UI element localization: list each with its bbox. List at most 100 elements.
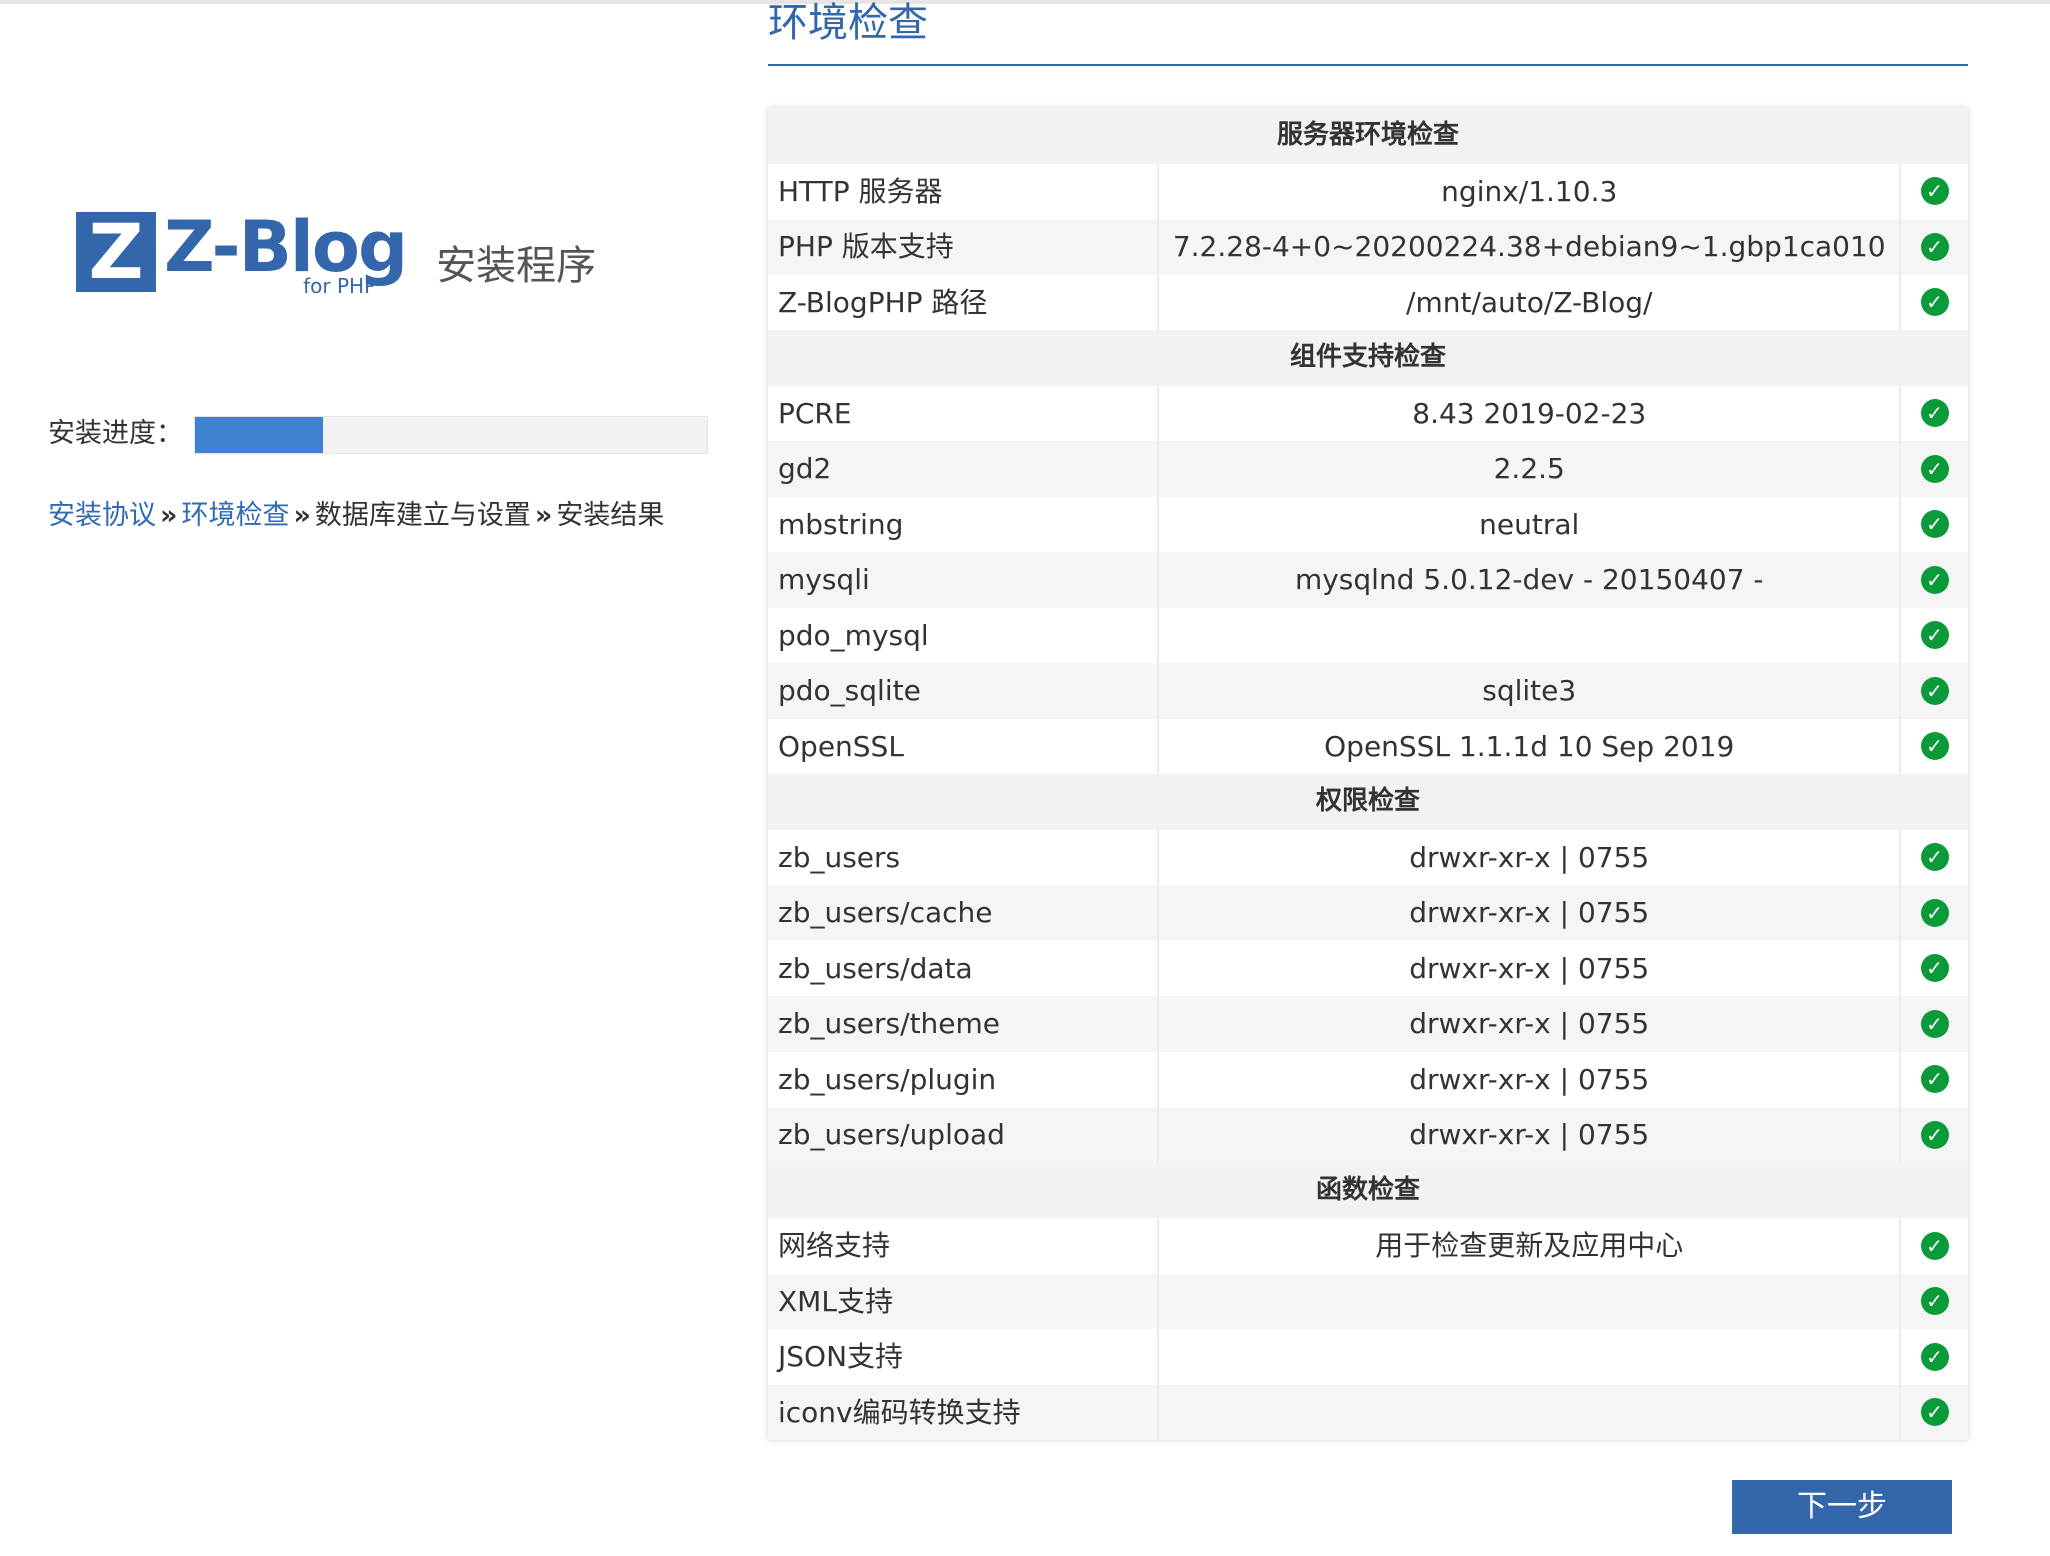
check-circle-icon: ✓	[1920, 954, 1949, 983]
check-name: JSON支持	[768, 1329, 1160, 1385]
check-row: PCRE 8.43 2019-02-23 ✓	[768, 385, 1968, 441]
check-value: 2.2.5	[1159, 441, 1902, 497]
check-status: ✓	[1901, 1107, 1968, 1163]
check-circle-icon: ✓	[1920, 1120, 1949, 1149]
check-name: 网络支持	[768, 1218, 1160, 1274]
check-status: ✓	[1901, 996, 1968, 1052]
top-border	[0, 0, 2050, 4]
check-value	[1159, 607, 1902, 663]
check-row: gd2 2.2.5 ✓	[768, 441, 1968, 497]
step-separator: »	[160, 500, 178, 531]
check-status: ✓	[1901, 941, 1968, 997]
check-name: mysqli	[768, 552, 1160, 608]
section-header: 权限检查	[768, 774, 1968, 830]
check-status: ✓	[1901, 1274, 1968, 1330]
check-name: zb_users/plugin	[768, 1051, 1160, 1107]
check-name: gd2	[768, 441, 1160, 497]
check-status: ✓	[1901, 497, 1968, 553]
check-row: mysqli mysqlnd 5.0.12-dev - 20150407 - ✓	[768, 552, 1968, 608]
check-name: iconv编码转换支持	[768, 1384, 1160, 1440]
zblog-logo: Z Z-Blog for PHP 安装程序	[76, 206, 596, 296]
check-status: ✓	[1901, 885, 1968, 941]
check-circle-icon: ✓	[1920, 621, 1949, 650]
check-row: PHP 版本支持 7.2.28-4+0~20200224.38+debian9~1…	[768, 219, 1968, 275]
check-status: ✓	[1901, 275, 1968, 331]
check-name: pdo_sqlite	[768, 663, 1160, 719]
check-name: mbstring	[768, 496, 1160, 552]
progress-bar	[194, 416, 708, 454]
check-circle-icon: ✓	[1920, 843, 1949, 872]
check-row: HTTP 服务器 nginx/1.10.3 ✓	[768, 163, 1968, 220]
check-value: mysqlnd 5.0.12-dev - 20150407 -	[1159, 552, 1902, 608]
check-value: nginx/1.10.3	[1159, 163, 1902, 219]
check-circle-icon: ✓	[1920, 1398, 1949, 1427]
check-value: drwxr-xr-x | 0755	[1159, 1051, 1902, 1107]
check-status: ✓	[1901, 1052, 1968, 1108]
check-row: pdo_sqlite sqlite3 ✓	[768, 663, 1968, 719]
check-circle-icon: ✓	[1920, 177, 1949, 206]
step-separator: »	[293, 500, 311, 531]
logo-wordmark-group: Z-Blog for PHP	[164, 206, 408, 296]
check-name: zb_users	[768, 829, 1160, 885]
check-status: ✓	[1901, 1385, 1968, 1441]
progress-bar-fill	[195, 417, 323, 453]
check-name: zb_users/data	[768, 940, 1160, 996]
check-value	[1159, 1329, 1902, 1385]
check-name: PHP 版本支持	[768, 219, 1160, 275]
environment-check-table: 服务器环境检查 HTTP 服务器 nginx/1.10.3 ✓ PHP 版本支持 7.2.…	[768, 108, 1968, 1440]
check-value: /mnt/auto/Z-Blog/	[1159, 274, 1902, 330]
check-status: ✓	[1901, 663, 1968, 719]
check-name: XML支持	[768, 1273, 1160, 1329]
check-status: ✓	[1901, 164, 1968, 220]
check-value: 7.2.28-4+0~20200224.38+debian9~1.gbp1ca0…	[1159, 219, 1902, 275]
check-row: 网络支持 用于检查更新及应用中心 ✓	[768, 1218, 1968, 1274]
check-circle-icon: ✓	[1920, 1065, 1949, 1094]
check-status: ✓	[1901, 219, 1968, 275]
check-row: iconv编码转换支持 ✓	[768, 1384, 1968, 1441]
title-divider	[768, 64, 1968, 66]
check-status: ✓	[1901, 552, 1968, 608]
check-value	[1159, 1273, 1902, 1329]
check-name: OpenSSL	[768, 718, 1160, 774]
section-header: 组件支持检查	[768, 330, 1968, 386]
check-row: pdo_mysql ✓	[768, 607, 1968, 664]
check-value: 8.43 2019-02-23	[1159, 385, 1902, 441]
check-row: zb_users/cache drwxr-xr-x | 0755 ✓	[768, 885, 1968, 941]
install-steps-breadcrumb: 安装协议» 环境检查» 数据库建立与设置» 安装结果	[48, 496, 664, 536]
check-row: zb_users/theme drwxr-xr-x | 0755 ✓	[768, 996, 1968, 1052]
check-circle-icon: ✓	[1920, 1009, 1949, 1038]
check-row: mbstring neutral ✓	[768, 496, 1968, 553]
check-circle-icon: ✓	[1920, 676, 1949, 705]
check-circle-icon: ✓	[1920, 288, 1949, 317]
check-name: pdo_mysql	[768, 607, 1160, 663]
check-status: ✓	[1901, 608, 1968, 664]
logo-mark: Z	[76, 212, 156, 292]
check-circle-icon: ✓	[1920, 510, 1949, 539]
check-circle-icon: ✓	[1920, 1342, 1949, 1371]
check-value: drwxr-xr-x | 0755	[1159, 829, 1902, 885]
check-value: drwxr-xr-x | 0755	[1159, 885, 1902, 941]
check-value: drwxr-xr-x | 0755	[1159, 940, 1902, 996]
check-row: XML支持 ✓	[768, 1273, 1968, 1330]
check-circle-icon: ✓	[1920, 1287, 1949, 1316]
page-title: 环境检查	[768, 0, 928, 46]
next-step-button[interactable]: 下一步	[1732, 1480, 1952, 1534]
section-header: 服务器环境检查	[768, 108, 1968, 164]
check-status: ✓	[1901, 1329, 1968, 1385]
check-circle-icon: ✓	[1920, 565, 1949, 594]
check-name: PCRE	[768, 385, 1160, 441]
check-status: ✓	[1901, 441, 1968, 497]
check-value: sqlite3	[1159, 663, 1902, 719]
check-circle-icon: ✓	[1920, 454, 1949, 483]
logo-wordmark: Z-Blog	[164, 206, 408, 288]
check-name: zb_users/upload	[768, 1107, 1160, 1163]
check-row: OpenSSL OpenSSL 1.1.1d 10 Sep 2019 ✓	[768, 718, 1968, 774]
check-circle-icon: ✓	[1920, 399, 1949, 428]
check-name: HTTP 服务器	[768, 163, 1160, 219]
check-value: OpenSSL 1.1.1d 10 Sep 2019	[1159, 718, 1902, 774]
step-item: 安装协议	[48, 500, 156, 531]
check-value: drwxr-xr-x | 0755	[1159, 1107, 1902, 1163]
step-item: 安装结果	[556, 500, 665, 531]
check-circle-icon: ✓	[1920, 732, 1949, 761]
check-row: zb_users/upload drwxr-xr-x | 0755 ✓	[768, 1107, 1968, 1163]
